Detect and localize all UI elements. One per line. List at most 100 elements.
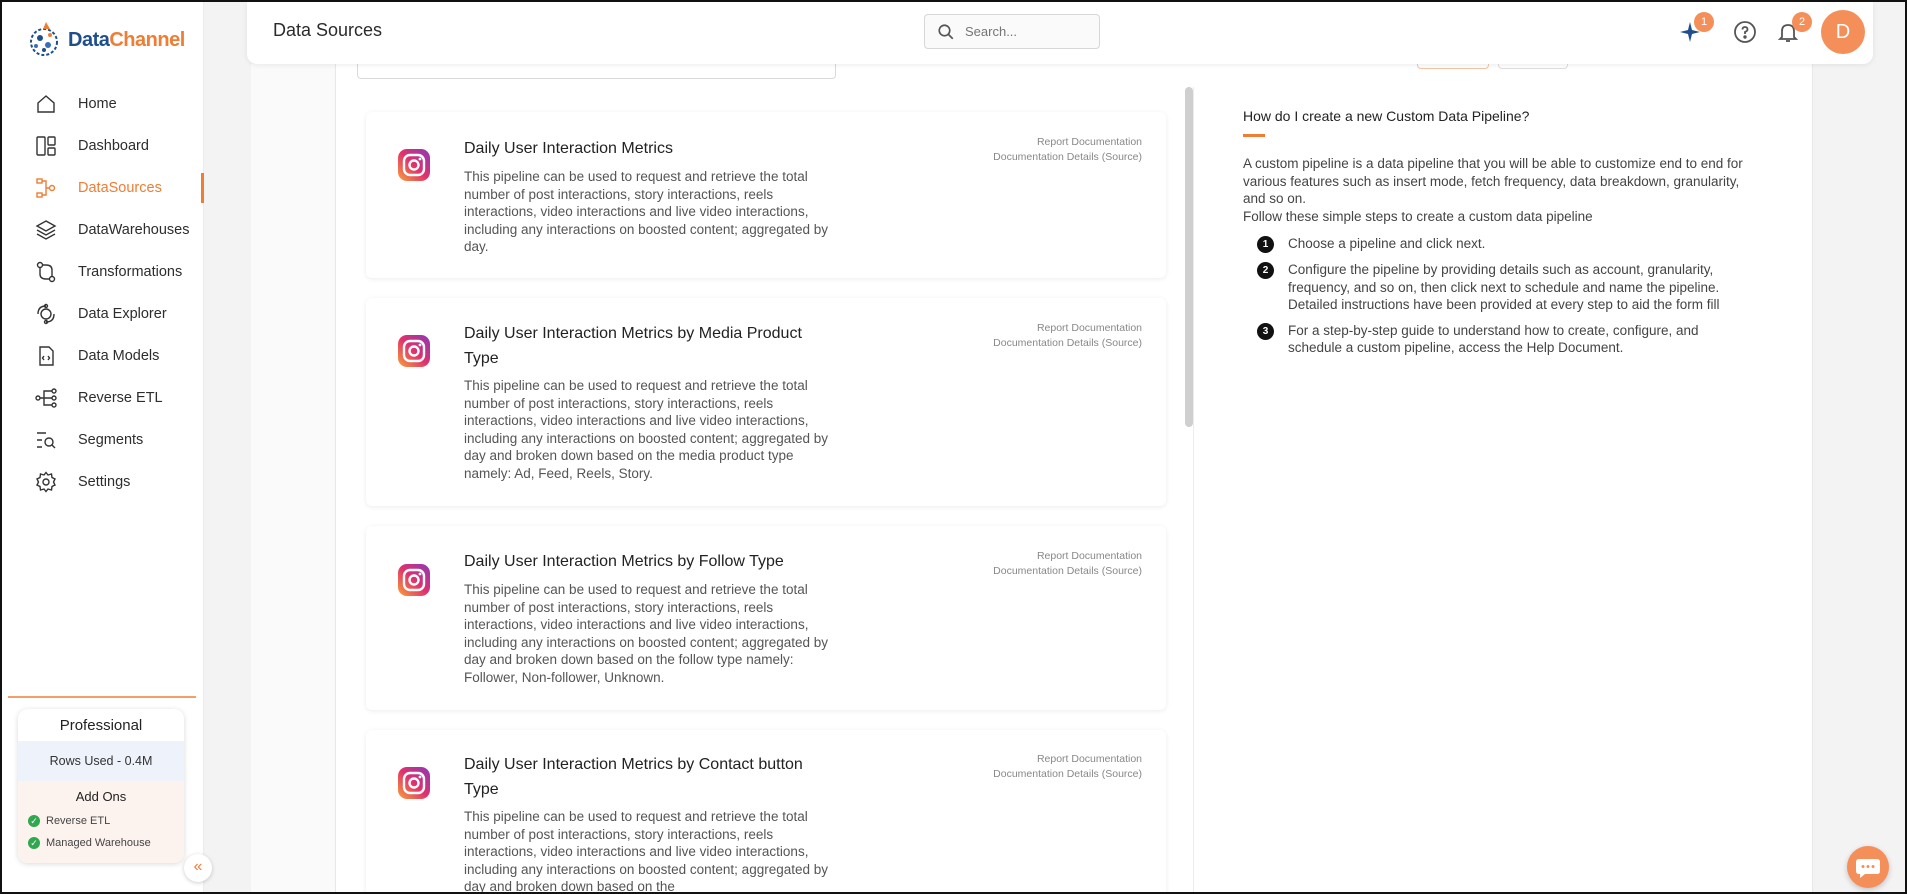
instagram-icon: [398, 564, 430, 596]
pipeline-card[interactable]: Daily User Interaction Metrics by Contac…: [366, 730, 1166, 894]
notifications-button[interactable]: 2: [1776, 12, 1812, 44]
pipeline-card[interactable]: Daily User Interaction Metrics by Media …: [366, 298, 1166, 506]
reverse-etl-icon: [35, 388, 57, 408]
documentation-details-link[interactable]: Documentation Details (Source): [993, 767, 1142, 782]
logo-icon: [30, 22, 58, 56]
page-title: Data Sources: [273, 20, 383, 40]
documentation-details-link[interactable]: Documentation Details (Source): [993, 564, 1142, 579]
sidebar-item-label: Transformations: [78, 264, 183, 280]
data-model-icon: [39, 346, 54, 366]
chat-button[interactable]: [1847, 846, 1889, 888]
pipeline-links: Report Documentation Documentation Detai…: [993, 321, 1142, 351]
app-window: DataChannel Home Dashboard DataSources D…: [0, 0, 1907, 894]
sidebar-item-home[interactable]: Home: [2, 83, 204, 125]
sidebar-item-segments[interactable]: Segments: [2, 419, 204, 461]
step-text: Configure the pipeline by providing deta…: [1288, 262, 1720, 312]
search-icon: [938, 23, 954, 39]
help-icon: [1734, 21, 1756, 43]
pipeline-description: This pipeline can be used to request and…: [464, 169, 829, 254]
search-box[interactable]: [924, 14, 1100, 49]
sidebar-item-datawarehouses[interactable]: DataWarehouses: [2, 209, 204, 251]
transform-icon: [36, 261, 56, 283]
ai-badge: 1: [1694, 12, 1714, 32]
report-documentation-link[interactable]: Report Documentation: [993, 135, 1142, 150]
documentation-details-link[interactable]: Documentation Details (Source): [993, 336, 1142, 351]
pipeline-description: This pipeline can be used to request and…: [464, 378, 829, 481]
sidebar: DataChannel Home Dashboard DataSources D…: [2, 2, 204, 892]
help-step: 1 Choose a pipeline and click next.: [1257, 235, 1743, 253]
sidebar-nav: Home Dashboard DataSources DataWarehouse…: [2, 83, 204, 503]
sidebar-item-label: Settings: [78, 474, 131, 490]
pipeline-title: Daily User Interaction Metrics by Media …: [464, 325, 802, 367]
pipeline-card[interactable]: Daily User Interaction Metrics by Follow…: [366, 526, 1166, 710]
help-step: 3 For a step-by-step guide to understand…: [1257, 322, 1743, 357]
sidebar-item-transformations[interactable]: Transformations: [2, 251, 204, 293]
home-icon: [37, 95, 55, 113]
sidebar-item-label: DataWarehouses: [78, 222, 190, 238]
sidebar-item-label: Dashboard: [78, 138, 149, 154]
check-icon: ✓: [28, 837, 40, 849]
step-text: For a step-by-step guide to understand h…: [1288, 322, 1699, 356]
pipeline-links: Report Documentation Documentation Detai…: [993, 549, 1142, 579]
help-button[interactable]: [1733, 20, 1757, 44]
sidebar-item-data-explorer[interactable]: Data Explorer: [2, 293, 204, 335]
plan-divider: [8, 696, 196, 698]
help-intro-2: Follow these simple steps to create a cu…: [1243, 208, 1593, 224]
collapse-sidebar-icon[interactable]: «: [184, 854, 212, 882]
sidebar-item-label: DataSources: [78, 180, 162, 196]
sidebar-item-settings[interactable]: Settings: [2, 461, 204, 503]
pipeline-links: Report Documentation Documentation Detai…: [993, 135, 1142, 165]
ai-sparkle-button[interactable]: 1: [1678, 12, 1714, 44]
sidebar-item-data-models[interactable]: Data Models: [2, 335, 204, 377]
chat-icon: [1856, 859, 1880, 878]
sidebar-item-label: Reverse ETL: [78, 390, 163, 406]
pipeline-description: This pipeline can be used to request and…: [464, 809, 829, 894]
report-documentation-link[interactable]: Report Documentation: [993, 321, 1142, 336]
sidebar-item-label: Home: [78, 96, 117, 112]
notification-badge: 2: [1792, 12, 1812, 32]
instagram-icon: [398, 335, 430, 367]
pipeline-card[interactable]: Daily User Interaction Metrics This pipe…: [366, 112, 1166, 278]
help-steps: 1 Choose a pipeline and click next. 2 Co…: [1243, 235, 1743, 357]
step-number: 2: [1257, 262, 1274, 279]
addons-section: Add Ons ✓ Reverse ETL ✓ Managed Warehous…: [18, 781, 184, 863]
help-title-underline: [1243, 134, 1265, 137]
top-header: Data Sources 1 2 D: [247, 2, 1873, 64]
step-text: Choose a pipeline and click next.: [1288, 236, 1486, 251]
documentation-details-link[interactable]: Documentation Details (Source): [993, 150, 1142, 165]
step-number: 1: [1257, 236, 1274, 253]
help-panel: How do I create a new Custom Data Pipeli…: [1243, 108, 1743, 365]
sidebar-item-reverse-etl[interactable]: Reverse ETL: [2, 377, 204, 419]
pipeline-title: Daily User Interaction Metrics by Contac…: [464, 756, 803, 798]
dashboard-icon: [36, 136, 56, 156]
instagram-icon: [398, 149, 430, 181]
rows-used: Rows Used - 0.4M: [18, 741, 184, 781]
sidebar-item-label: Data Explorer: [78, 306, 167, 322]
search-input[interactable]: [965, 24, 1085, 39]
step-number: 3: [1257, 322, 1274, 340]
report-documentation-link[interactable]: Report Documentation: [993, 549, 1142, 564]
explorer-icon: [37, 303, 55, 325]
layers-icon: [35, 220, 57, 240]
plan-card: Professional Rows Used - 0.4M Add Ons ✓ …: [18, 709, 184, 863]
sidebar-item-datasources[interactable]: DataSources: [2, 167, 204, 209]
addon-item: ✓ Reverse ETL: [18, 810, 184, 832]
instagram-icon: [398, 767, 430, 799]
avatar[interactable]: D: [1821, 10, 1865, 54]
pipeline-title: Daily User Interaction Metrics: [464, 140, 673, 157]
check-icon: ✓: [28, 815, 40, 827]
sidebar-item-label: Data Models: [78, 348, 160, 364]
panel-divider: [1193, 87, 1194, 892]
sidebar-item-label: Segments: [78, 432, 144, 448]
list-scrollbar[interactable]: [1185, 87, 1193, 427]
addons-title: Add Ons: [75, 789, 127, 804]
pipeline-title: Daily User Interaction Metrics by Follow…: [464, 553, 784, 570]
help-step: 2 Configure the pipeline by providing de…: [1257, 261, 1743, 314]
segments-icon: [37, 432, 56, 449]
sidebar-item-dashboard[interactable]: Dashboard: [2, 125, 204, 167]
gear-icon: [36, 471, 56, 493]
logo[interactable]: DataChannel: [26, 20, 185, 60]
addon-item: ✓ Managed Warehouse: [18, 832, 184, 854]
logo-text: DataChannel: [68, 28, 185, 51]
report-documentation-link[interactable]: Report Documentation: [993, 752, 1142, 767]
